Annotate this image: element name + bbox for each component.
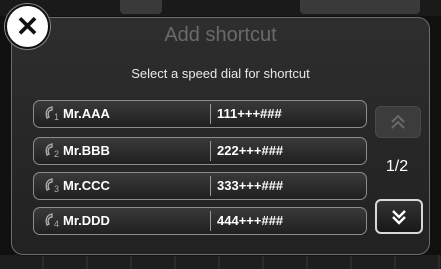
scroll-up-button[interactable] bbox=[375, 106, 421, 138]
divider bbox=[210, 176, 211, 196]
background-tab bbox=[300, 0, 420, 14]
dialog-subtitle: Select a speed dial for shortcut bbox=[131, 66, 310, 81]
scroll-down-button[interactable] bbox=[375, 199, 423, 234]
divider bbox=[210, 141, 211, 161]
contact-name: Mr.CCC bbox=[63, 178, 110, 193]
speed-dial-index: 3 bbox=[54, 184, 60, 194]
phone-number: 111+++### bbox=[217, 106, 282, 121]
divider bbox=[210, 104, 211, 124]
dialog-title: Add shortcut bbox=[164, 24, 277, 46]
speed-dial-item[interactable]: 2 Mr.BBB 222+++### bbox=[33, 137, 367, 165]
contact-name: Mr.AAA bbox=[63, 106, 110, 121]
double-chevron-up-icon bbox=[391, 114, 405, 129]
speed-dial-item[interactable]: 3 Mr.CCC 333+++### bbox=[33, 172, 367, 200]
divider bbox=[210, 211, 211, 231]
background-bottom-bar bbox=[0, 255, 441, 269]
speed-dial-index: 4 bbox=[54, 219, 60, 229]
speed-dial-index: 1 bbox=[54, 112, 60, 122]
speed-dial-index: 2 bbox=[54, 149, 60, 159]
speed-dial-item[interactable]: 4 Mr.DDD 444+++### bbox=[33, 207, 367, 235]
contact-name: Mr.DDD bbox=[63, 213, 110, 228]
phone-number: 444+++### bbox=[217, 213, 284, 228]
contact-name: Mr.BBB bbox=[63, 143, 110, 158]
speed-dial-item[interactable]: 1 Mr.AAA 111+++### bbox=[33, 100, 367, 128]
double-chevron-down-icon bbox=[392, 209, 406, 225]
phone-number: 333+++### bbox=[217, 178, 284, 193]
page-indicator: 1/2 bbox=[385, 158, 409, 175]
close-icon: ✕ bbox=[15, 10, 40, 42]
background-tab bbox=[120, 0, 162, 14]
phone-number: 222+++### bbox=[217, 143, 284, 158]
close-button[interactable]: ✕ bbox=[5, 4, 50, 49]
